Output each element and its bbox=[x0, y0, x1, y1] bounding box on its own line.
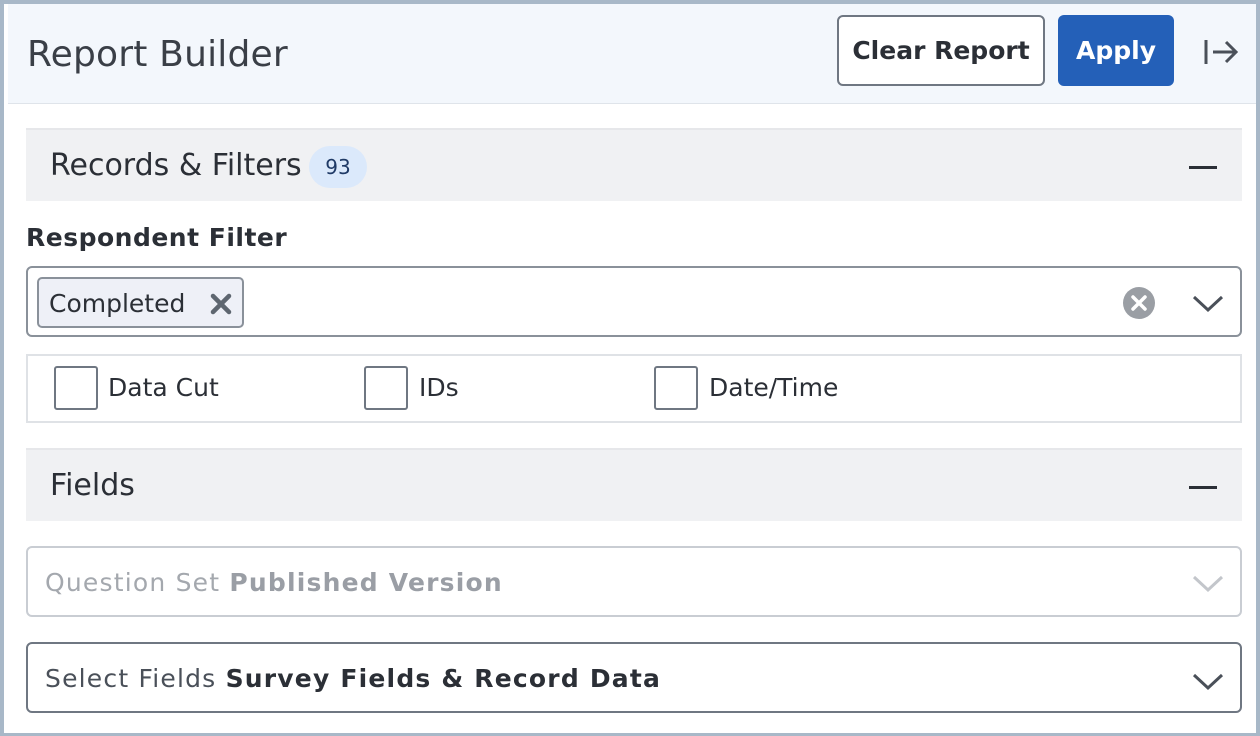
report-builder-panel: Report Builder Clear Report Apply Record… bbox=[0, 0, 1260, 736]
select-fields-select[interactable]: Select Fields Survey Fields & Record Dat… bbox=[26, 642, 1242, 713]
record-options-row: Data Cut IDs Date/Time bbox=[26, 354, 1242, 423]
panel-header: Report Builder Clear Report Apply bbox=[8, 4, 1256, 104]
collapse-records-minus-icon[interactable] bbox=[1189, 166, 1217, 169]
chevron-down-icon[interactable] bbox=[1191, 293, 1225, 315]
select-fields-text: Select Fields Survey Fields & Record Dat… bbox=[45, 664, 661, 693]
fields-title: Fields bbox=[50, 468, 135, 503]
date-time-checkbox[interactable] bbox=[654, 366, 698, 410]
date-time-label: Date/Time bbox=[709, 373, 839, 402]
ids-checkbox[interactable] bbox=[364, 366, 408, 410]
clear-report-button[interactable]: Clear Report bbox=[837, 15, 1045, 86]
clear-selection-icon[interactable] bbox=[1122, 286, 1156, 320]
remove-chip-icon[interactable] bbox=[209, 292, 233, 316]
data-cut-checkbox[interactable] bbox=[54, 366, 98, 410]
question-set-select[interactable]: Question Set Published Version bbox=[26, 546, 1242, 617]
records-filters-section-header[interactable]: Records & Filters 93 bbox=[26, 128, 1242, 201]
select-fields-value: Survey Fields & Record Data bbox=[225, 664, 662, 693]
filter-chip-label: Completed bbox=[49, 289, 186, 318]
records-count-badge: 93 bbox=[309, 146, 367, 188]
chevron-down-icon bbox=[1191, 573, 1225, 595]
collapse-panel-icon[interactable] bbox=[1202, 34, 1242, 70]
question-set-label: Question Set bbox=[45, 568, 221, 597]
respondent-filter-multiselect[interactable]: Completed bbox=[26, 266, 1242, 337]
question-set-text: Question Set Published Version bbox=[45, 568, 503, 597]
data-cut-label: Data Cut bbox=[108, 373, 219, 402]
filter-chip-completed: Completed bbox=[37, 277, 244, 328]
records-filters-title: Records & Filters bbox=[50, 148, 302, 183]
fields-section-header[interactable]: Fields bbox=[26, 448, 1242, 521]
respondent-filter-label: Respondent Filter bbox=[26, 223, 288, 252]
page-title: Report Builder bbox=[27, 34, 288, 75]
select-fields-label: Select Fields bbox=[45, 664, 217, 693]
apply-button[interactable]: Apply bbox=[1058, 15, 1174, 86]
ids-label: IDs bbox=[419, 373, 459, 402]
question-set-value: Published Version bbox=[229, 568, 503, 597]
chevron-down-icon[interactable] bbox=[1191, 671, 1225, 693]
collapse-fields-minus-icon[interactable] bbox=[1189, 486, 1217, 489]
